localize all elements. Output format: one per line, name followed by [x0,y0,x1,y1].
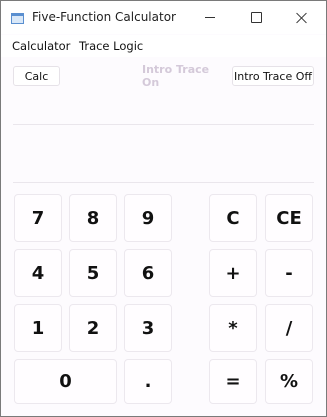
close-icon [296,12,308,24]
key-9[interactable]: 9 [124,194,172,242]
key-clear[interactable]: C [209,194,257,242]
key-0[interactable]: 0 [14,359,117,404]
app-window-icon [11,13,24,24]
key-multiply[interactable]: * [209,304,257,352]
title-bar[interactable]: Five-Function Calculator [1,1,326,34]
key-5[interactable]: 5 [69,249,117,297]
key-7[interactable]: 7 [14,194,62,242]
close-button[interactable] [279,1,325,34]
key-1[interactable]: 1 [14,304,62,352]
key-add[interactable]: + [209,249,257,297]
calculator-display [13,125,314,182]
key-clear-entry[interactable]: CE [265,194,313,242]
key-8[interactable]: 8 [69,194,117,242]
key-divide[interactable]: / [265,304,313,352]
calculator-window: Five-Function Calculator Calculator Trac… [0,0,327,417]
intro-trace-off-button[interactable]: Intro Trace Off [232,66,314,86]
key-subtract[interactable]: - [265,249,313,297]
display-bottom-divider [13,182,314,183]
window-title: Five-Function Calculator [32,10,176,24]
key-decimal[interactable]: . [124,359,172,404]
minimize-button[interactable] [187,1,233,34]
key-4[interactable]: 4 [14,249,62,297]
key-2[interactable]: 2 [69,304,117,352]
key-percent[interactable]: % [265,359,313,404]
intro-trace-on-button[interactable]: Intro Trace On [142,63,228,89]
key-3[interactable]: 3 [124,304,172,352]
minimize-icon [205,17,215,18]
menu-bar: Calculator Trace Logic [1,35,326,57]
maximize-icon [250,12,262,23]
maximize-button[interactable] [233,1,279,34]
calc-button[interactable]: Calc [13,66,60,86]
key-6[interactable]: 6 [124,249,172,297]
menu-trace-logic[interactable]: Trace Logic [79,39,143,53]
menu-calculator[interactable]: Calculator [12,39,70,53]
key-equals[interactable]: = [209,359,257,404]
